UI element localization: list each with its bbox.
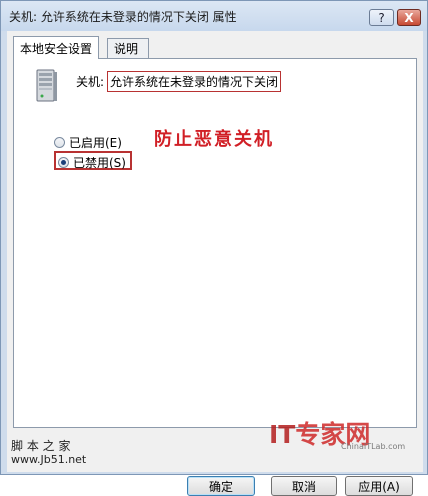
watermark-sub: ChinaITLab.com <box>341 442 406 451</box>
policy-label: 关机: <box>76 75 105 89</box>
tab-local-security-setting[interactable]: 本地安全设置 <box>13 36 100 59</box>
title-bar: 关机: 允许系统在未登录的情况下关闭 属性 ? X <box>1 1 427 31</box>
help-button[interactable]: ? <box>369 9 394 26</box>
enabled-option[interactable]: 已启用(E) <box>54 134 122 151</box>
watermark-line1: 脚 本 之 家 <box>11 439 71 453</box>
annotation-text: 防止恶意关机 <box>154 129 274 150</box>
policy-name: 允许系统在未登录的情况下关闭 <box>107 71 282 92</box>
jb51-watermark: 脚 本 之 家 www.Jb51.net <box>11 439 86 467</box>
close-button[interactable]: X <box>397 9 421 26</box>
watermark-line2: www.Jb51.net <box>11 453 87 466</box>
tab-panel: 关机: 允许系统在未登录的情况下关闭 防止恶意关机 已启用(E) 已禁用(S) <box>13 58 417 428</box>
enabled-label: 已启用(E) <box>69 136 122 150</box>
watermark-it: IT <box>269 420 296 449</box>
window-title: 关机: 允许系统在未登录的情况下关闭 属性 <box>9 10 237 24</box>
disabled-label: 已禁用(S) <box>73 156 126 170</box>
tab-explain[interactable]: 说明 <box>107 38 149 58</box>
dialog-body: 本地安全设置 说明 关机: 允许系统在未登录的情况下关闭 防止恶意关机 已启用(… <box>7 31 423 496</box>
server-icon <box>36 69 57 102</box>
policy-row: 关机: 允许系统在未登录的情况下关闭 <box>76 71 282 92</box>
ok-button[interactable]: 确定 <box>187 476 255 496</box>
cancel-button[interactable]: 取消 <box>271 476 337 496</box>
enabled-radio[interactable] <box>54 137 65 148</box>
disabled-option[interactable]: 已禁用(S) <box>58 154 126 171</box>
disabled-radio[interactable] <box>58 157 69 168</box>
apply-button[interactable]: 应用(A) <box>345 476 413 496</box>
properties-dialog: 关机: 允许系统在未登录的情况下关闭 属性 ? X 本地安全设置 说明 关机: … <box>0 0 428 496</box>
itexpert-watermark: IT专家网 ChinaITLab.com <box>269 415 405 451</box>
